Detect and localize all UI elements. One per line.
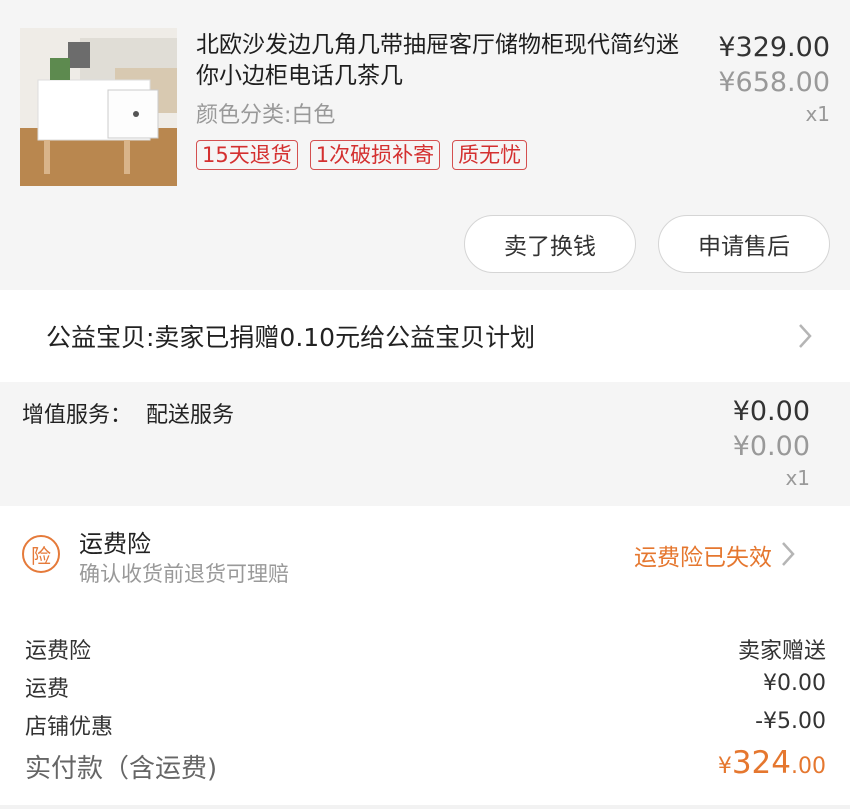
sell-button[interactable]: 卖了换钱 — [464, 215, 636, 273]
summary-label-discount: 店铺优惠 — [25, 715, 114, 740]
insurance-status[interactable]: 运费险已失效 — [634, 538, 772, 572]
product-sku: 颜色分类:白色 — [196, 103, 336, 128]
tag-damage: 1次破损补寄 — [309, 140, 441, 170]
tag-return: 15天退货 — [196, 140, 298, 170]
divider — [0, 805, 850, 809]
insurance-badge-icon: 险 — [22, 535, 60, 573]
summary-label-shipping: 运费 — [25, 677, 70, 702]
product-thumbnail[interactable] — [20, 28, 177, 186]
charity-text: 公益宝贝:卖家已捐赠0.10元给公益宝贝计划 — [46, 323, 536, 352]
chevron-right-icon — [797, 322, 813, 356]
total-decimal: .00 — [791, 754, 826, 779]
total-amount: ¥324.00 — [718, 745, 826, 781]
chevron-right-icon — [780, 540, 796, 574]
product-image — [20, 28, 177, 186]
summary-label-insurance: 运费险 — [25, 639, 92, 664]
summary-value-shipping: ¥0.00 — [763, 671, 826, 696]
total-currency: ¥ — [717, 754, 732, 779]
insurance-subtitle: 确认收货前退货可理赔 — [79, 562, 289, 586]
order-item-card: 北欧沙发边几角几带抽屉客厅储物柜现代简约迷你小边柜电话几茶几 颜色分类:白色 1… — [0, 0, 850, 290]
service-tags: 15天退货 1次破损补寄 质无忧 — [196, 140, 528, 170]
after-sale-button[interactable]: 申请售后 — [658, 215, 830, 273]
product-original-price: ¥658.00 — [718, 67, 830, 98]
addon-quantity: x1 — [785, 466, 810, 490]
total-label: 实付款（含运费) — [25, 754, 218, 784]
addon-price: ¥0.00 — [732, 396, 810, 427]
total-integer: 324 — [731, 745, 791, 781]
summary-value-discount: -¥5.00 — [755, 709, 826, 734]
addon-original-price: ¥0.00 — [732, 431, 810, 462]
product-quantity: x1 — [805, 102, 830, 126]
product-price: ¥329.00 — [718, 32, 830, 63]
product-title[interactable]: 北欧沙发边几角几带抽屉客厅储物柜现代简约迷你小边柜电话几茶几 — [196, 30, 686, 92]
tag-quality: 质无忧 — [452, 140, 528, 170]
addon-label: 增值服务： 配送服务 — [22, 403, 234, 428]
insurance-title: 运费险 — [79, 530, 151, 558]
summary-value-insurance: 卖家赠送 — [737, 639, 826, 664]
